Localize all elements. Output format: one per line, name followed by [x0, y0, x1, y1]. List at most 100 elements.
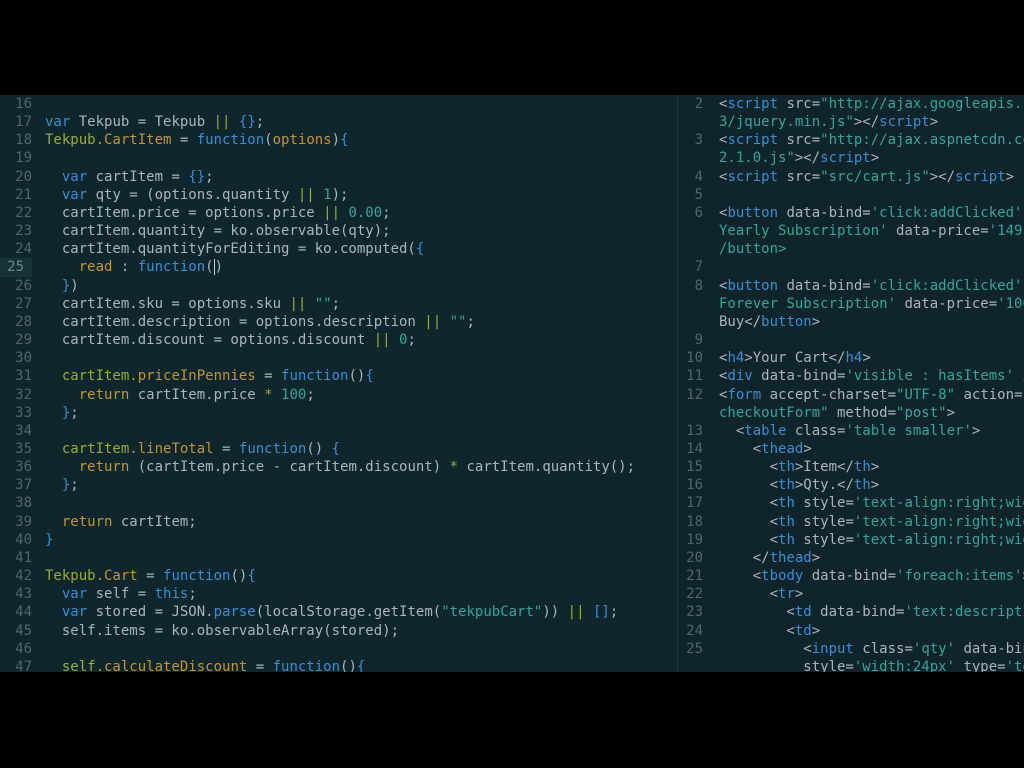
code-line[interactable]: 3/jquery.min.js"></script>	[678, 113, 1024, 131]
code-token: qty = (options.quantity	[87, 186, 298, 203]
code-line[interactable]: 9	[678, 331, 1024, 349]
code-line[interactable]: 39 return cartItem;	[0, 513, 676, 531]
code-token: parse	[213, 604, 256, 621]
code-line[interactable]: 24 <td>	[678, 622, 1024, 640]
code-line[interactable]: 20 </thead>	[678, 549, 1024, 567]
code-line[interactable]: checkoutForm" method="post">	[678, 404, 1024, 422]
code-text: Tekpub.CartItem = function(options){	[45, 131, 349, 149]
code-line[interactable]: 41	[0, 549, 676, 567]
code-token: 'visible : hasItems'	[845, 368, 1015, 385]
code-token: 1	[323, 186, 332, 203]
line-number: 29	[15, 332, 32, 349]
code-line[interactable]: 5	[678, 186, 1024, 204]
code-line[interactable]: 18 Tekpub.CartItem = function(options){	[0, 131, 676, 149]
code-line[interactable]: 7	[678, 258, 1024, 276]
code-token: =	[171, 132, 197, 149]
code-line[interactable]: 10 <h4>Your Cart</h4>	[678, 349, 1024, 367]
code-line[interactable]: 21 var qty = (options.quantity || 1);	[0, 186, 676, 204]
code-line[interactable]: 32 return cartItem.price * 100;	[0, 386, 676, 404]
code-token: ;	[382, 204, 391, 221]
code-line[interactable]: 44 var stored = JSON.parse(localStorage.…	[0, 603, 676, 621]
code-line[interactable]: 14 <thead>	[678, 440, 1024, 458]
code-line[interactable]: Buy</button>	[678, 313, 1024, 331]
code-line[interactable]: 23 cartItem.quantity = ko.observable(qty…	[0, 222, 676, 240]
code-line[interactable]: 21 <tbody data-bind='foreach:items'>	[678, 567, 1024, 585]
editor-pane-cart-js[interactable]: 16 17 var Tekpub = Tekpub || {}; 18 Tekpub.C…	[0, 95, 676, 672]
code-text: 2.1.0.js"></script>	[719, 149, 879, 167]
code-line[interactable]: 16 <th>Qty.</th>	[678, 476, 1024, 494]
code-line[interactable]: 27 cartItem.sku = options.sku || "";	[0, 295, 676, 313]
line-number: 23	[686, 604, 703, 621]
code-line[interactable]: Yearly Subscription' data-price='149.0'	[678, 222, 1024, 240]
code-line[interactable]: 2.1.0.js"></script>	[678, 149, 1024, 167]
code-line[interactable]: 35 cartItem.lineTotal = function() {	[0, 440, 676, 458]
code-token: .priceInPennies	[129, 368, 256, 385]
line-number: 41	[15, 549, 32, 566]
code-token: cartItem.description = options.descripti…	[45, 313, 425, 330]
code-line[interactable]: 22 cartItem.price = options.price || 0.0…	[0, 204, 676, 222]
code-line[interactable]: 42 Tekpub.Cart = function(){	[0, 567, 676, 585]
code-line[interactable]: 29 cartItem.discount = options.discount …	[0, 331, 676, 349]
code-line[interactable]: 11 <div data-bind='visible : hasItems' id…	[678, 367, 1024, 385]
code-line[interactable]: 18 <th style='text-align:right;width	[678, 513, 1024, 531]
code-line[interactable]: 26 })	[0, 277, 676, 295]
code-line[interactable]: 31 cartItem.priceInPennies = function(){	[0, 367, 676, 385]
code-token: }	[45, 531, 54, 548]
code-line[interactable]: 19 <th style='text-align:right;width	[678, 531, 1024, 549]
code-token: .lineTotal	[129, 440, 214, 457]
code-line[interactable]: 16	[0, 95, 676, 113]
code-token: data-bind=	[803, 568, 897, 585]
code-line[interactable]: 45 self.items = ko.observableArray(store…	[0, 622, 676, 640]
code-token: ||	[567, 604, 585, 621]
editor-pane-html[interactable]: 2<script src="http://ajax.googleapis.com…	[677, 95, 1024, 672]
code-line[interactable]: 4 <script src="src/cart.js"></script>	[678, 168, 1024, 186]
code-line[interactable]: 36 return (cartItem.price - cartItem.dis…	[0, 458, 676, 476]
line-number: 28	[15, 313, 32, 330]
code-token: data-bind=	[778, 204, 871, 221]
code-line[interactable]: Forever Subscription' data-price='10000	[678, 295, 1024, 313]
code-token: >	[870, 150, 880, 167]
code-line[interactable]: style='width:24px' type='text	[678, 658, 1024, 672]
code-token: 'text-align:right;width	[853, 513, 1024, 530]
code-line[interactable]: 30	[0, 349, 676, 367]
code-line[interactable]: 34	[0, 422, 676, 440]
line-number: 16	[15, 96, 32, 112]
code-line[interactable]: 38	[0, 494, 676, 512]
code-line[interactable]: 23 <td data-bind='text:description	[678, 603, 1024, 621]
code-line[interactable]: 22 <tr>	[678, 585, 1024, 603]
code-text: })	[45, 277, 79, 295]
code-line[interactable]: 43 var self = this;	[0, 585, 676, 603]
line-number: 20	[686, 549, 703, 566]
code-line[interactable]: 33 };	[0, 404, 676, 422]
code-token: *	[449, 459, 459, 476]
code-line[interactable]: 12 <form accept-charset="UTF-8" action="/…	[678, 386, 1024, 404]
code-line[interactable]: 6 <button data-bind='click:addClicked' da	[678, 204, 1024, 222]
code-line[interactable]: 24 cartItem.quantityForEditing = ko.comp…	[0, 240, 676, 258]
code-line[interactable]: /button>	[678, 240, 1024, 258]
code-text: cartItem.sku = options.sku || "";	[45, 295, 340, 313]
code-line[interactable]: 20 var cartItem = {};	[0, 168, 676, 186]
line-number: 17	[686, 495, 703, 512]
code-line[interactable]: 46	[0, 640, 676, 658]
code-line[interactable]: 40}	[0, 531, 676, 549]
code-line[interactable]: 25 <input class='qty' data-bind=	[678, 640, 1024, 658]
code-line[interactable]: 2 <script src="http://ajax.googleapis.com	[678, 95, 1024, 113]
code-line[interactable]: 25 read : function()	[0, 258, 676, 277]
code-text: <td>	[719, 622, 820, 640]
code-line[interactable]: 8 <button data-bind='click:addClicked' da	[678, 277, 1024, 295]
code-line[interactable]: 15 <th>Item</th>	[678, 458, 1024, 476]
code-line[interactable]: 3 <script src="http://ajax.aspnetcdn.com/	[678, 131, 1024, 149]
code-line[interactable]: 13 <table class='table smaller'>	[678, 422, 1024, 440]
code-line[interactable]: 37 };	[0, 476, 676, 494]
code-line[interactable]: 28 cartItem.description = options.descri…	[0, 313, 676, 331]
code-line[interactable]: 47 self.calculateDiscount = function(){	[0, 658, 676, 672]
code-token: th	[778, 513, 795, 530]
code-line[interactable]: 17 <th style='text-align:right;width	[678, 494, 1024, 512]
code-line[interactable]: 17 var Tekpub = Tekpub || {};	[0, 113, 676, 131]
code-text: <h4>Your Cart</h4>	[719, 349, 871, 367]
code-line[interactable]: 19	[0, 149, 676, 167]
